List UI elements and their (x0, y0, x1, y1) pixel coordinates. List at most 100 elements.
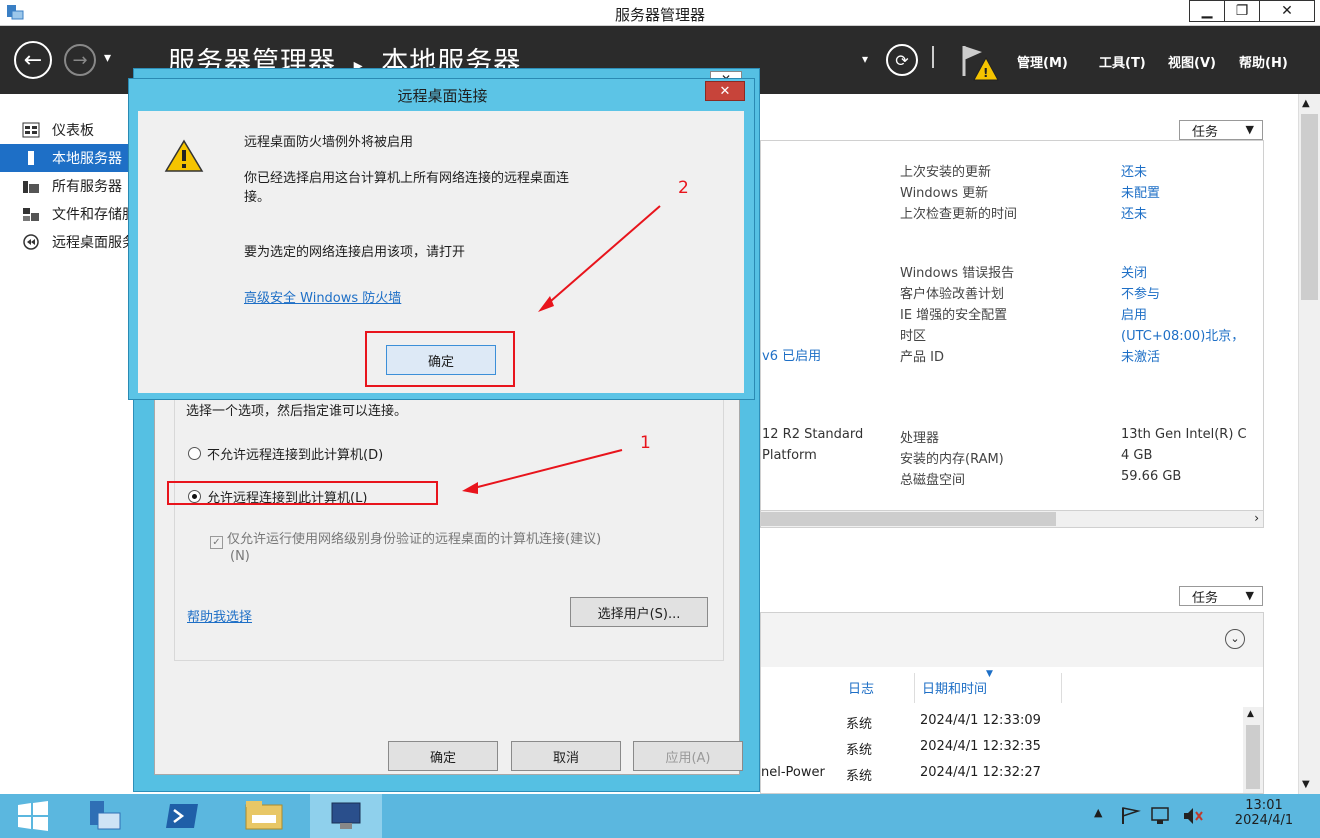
prop-value-link[interactable]: 未激活 (1121, 346, 1160, 365)
sidebar-item-all-servers[interactable]: 所有服务器 (0, 172, 135, 200)
scrollbar-thumb[interactable] (1246, 725, 1260, 789)
forward-arrow-icon[interactable]: → (64, 44, 96, 76)
event-log: 系统 (846, 743, 873, 758)
scrollbar-thumb[interactable] (1301, 114, 1318, 300)
events-filter-bar (761, 613, 1263, 667)
properties-tasks-button[interactable]: 任务 ▼ (1179, 120, 1263, 140)
server-manager-icon (90, 801, 121, 830)
back-arrow-icon[interactable]: ← (14, 41, 52, 79)
prop-label: 处理器 (900, 431, 940, 446)
nla-checkbox[interactable]: ✓ 仅允许运行使用网络级别身份验证的远程桌面的计算机连接(建议) (N) (210, 528, 690, 564)
column-header-log[interactable]: 日志 (848, 678, 874, 697)
menu-view[interactable]: 视图(V) (1168, 52, 1216, 71)
refresh-icon[interactable]: ⟳ (886, 44, 918, 76)
scroll-up-icon[interactable]: ▲ (1302, 98, 1310, 109)
expand-chevron-icon[interactable]: ⌄ (1225, 629, 1245, 649)
volume-muted-icon[interactable] (1182, 806, 1206, 826)
close-button[interactable]: ✕ (1259, 0, 1315, 22)
restore-button[interactable]: ❐ (1224, 0, 1260, 22)
radio-unchecked-icon[interactable] (188, 447, 201, 460)
header-divider (932, 46, 934, 68)
clock-date: 2024/4/1 (1234, 813, 1294, 828)
prop-label: 上次检查更新的时间 (900, 207, 1018, 222)
prop-value-link[interactable]: 还未 (1121, 161, 1147, 180)
events-scrollbar[interactable]: ▲ (1243, 707, 1263, 793)
advanced-firewall-link[interactable]: 高级安全 Windows 防火墙 (244, 287, 401, 306)
help-me-choose-link[interactable]: 帮助我选择 (187, 606, 252, 625)
ipv6-status[interactable]: v6 已启用 (762, 345, 821, 364)
radio-disallow[interactable]: 不允许远程连接到此计算机(D) (188, 444, 383, 463)
menu-help[interactable]: 帮助(H) (1239, 52, 1288, 71)
dropdown-icon[interactable]: ▾ (862, 52, 868, 66)
nla-shortcut: (N) (230, 549, 250, 564)
prop-value-link[interactable]: 启用 (1121, 304, 1147, 323)
prop-label: 客户体验改善计划 (900, 287, 1005, 302)
start-button[interactable] (0, 794, 66, 838)
sidebar-item-label: 文件和存储服务 (52, 207, 135, 223)
server-icon (28, 151, 34, 165)
scroll-up-icon[interactable]: ▲ (1247, 709, 1254, 719)
hscrollbar-thumb[interactable] (761, 512, 1056, 526)
prop-value-link[interactable]: 未配置 (1121, 182, 1160, 201)
prop-value: 4 GB (1121, 448, 1153, 463)
prop-value-link[interactable]: 不参与 (1121, 283, 1160, 302)
show-hidden-icons[interactable]: ▲ (1094, 806, 1102, 819)
event-log: 系统 (846, 769, 873, 784)
cancel-button[interactable]: 取消 (511, 741, 621, 771)
firewall-message: 你已经选择启用这台计算机上所有网络连接的远程桌面连 (244, 171, 570, 186)
clock[interactable]: 13:01 2024/4/1 (1226, 798, 1302, 828)
prop-value: 59.66 GB (1121, 469, 1182, 484)
notification-flag-icon[interactable]: ! (958, 42, 1002, 82)
annotation-label-1: 1 (640, 433, 651, 453)
dashboard-icon (22, 122, 40, 138)
firewall-instruction: 要为选定的网络连接启用该项，请打开 (244, 245, 466, 260)
sidebar-item-remote-desktop[interactable]: 远程桌面服务 (0, 228, 135, 256)
menu-tools[interactable]: 工具(T) (1099, 52, 1146, 71)
prop-label: 时区 (900, 329, 927, 344)
event-time: 2024/4/1 12:33:09 (920, 713, 1041, 728)
column-header-datetime[interactable]: 日期和时间 (922, 678, 987, 697)
table-row[interactable]: 系统 2024/4/1 12:32:27 (846, 765, 1041, 784)
sidebar-item-label: 远程桌面服务 (52, 235, 135, 251)
minimize-button[interactable]: ▁ (1189, 0, 1225, 22)
prop-value: 13th Gen Intel(R) C (1121, 427, 1247, 442)
taskbar-server-manager[interactable] (68, 794, 140, 838)
event-source-fragment: nel-Power (761, 765, 825, 780)
prop-value-link[interactable]: 还未 (1121, 203, 1147, 222)
events-tasks-button[interactable]: 任务 ▼ (1179, 586, 1263, 606)
sidebar-item-dashboard[interactable]: 仪表板 (0, 116, 135, 144)
nla-label: 仅允许运行使用网络级别身份验证的远程桌面的计算机连接(建议) (227, 532, 602, 547)
apply-button[interactable]: 应用(A) (633, 741, 743, 771)
taskbar-powershell[interactable] (146, 794, 218, 838)
history-dropdown-icon[interactable]: ▾ (104, 50, 111, 66)
checkbox-checked-icon[interactable]: ✓ (210, 536, 223, 549)
tasks-label: 任务 (1192, 125, 1219, 140)
scroll-down-icon[interactable]: ▼ (1302, 779, 1310, 790)
action-center-flag-icon[interactable] (1120, 806, 1142, 826)
taskbar-system-properties[interactable] (310, 794, 382, 838)
menu-manage[interactable]: 管理(M) (1017, 52, 1068, 71)
col-divider (914, 673, 915, 703)
dialog-close-button[interactable]: ✕ (705, 81, 745, 101)
network-icon[interactable] (1150, 806, 1174, 826)
prop-value-link[interactable]: 关闭 (1121, 262, 1147, 281)
powershell-icon (166, 804, 198, 828)
ok-button[interactable]: 确定 (388, 741, 498, 771)
table-row[interactable]: 系统 2024/4/1 12:33:09 (846, 713, 1041, 732)
taskbar: ▲ 13:01 2024/4/1 (0, 794, 1320, 838)
properties-hscrollbar[interactable]: › (760, 510, 1264, 528)
table-row[interactable]: 系统 2024/4/1 12:32:35 (846, 739, 1041, 758)
sidebar-item-local-server[interactable]: 本地服务器 (0, 144, 135, 172)
event-log: 系统 (846, 717, 873, 732)
select-users-button[interactable]: 选择用户(S)... (570, 597, 708, 627)
main-scrollbar[interactable]: ▲ ▼ (1298, 94, 1320, 794)
prop-value-link[interactable]: (UTC+08:00)北京， (1121, 325, 1261, 344)
servers-icon (23, 181, 39, 193)
prop-label: 安装的内存(RAM) (900, 452, 1004, 467)
event-time: 2024/4/1 12:32:27 (920, 765, 1041, 780)
scroll-right-icon[interactable]: › (1254, 511, 1259, 525)
event-time: 2024/4/1 12:32:35 (920, 739, 1041, 754)
sidebar-item-file-storage[interactable]: 文件和存储服务 (0, 200, 135, 228)
taskbar-file-explorer[interactable] (228, 794, 300, 838)
prop-label: Windows 错误报告 (900, 266, 1015, 281)
